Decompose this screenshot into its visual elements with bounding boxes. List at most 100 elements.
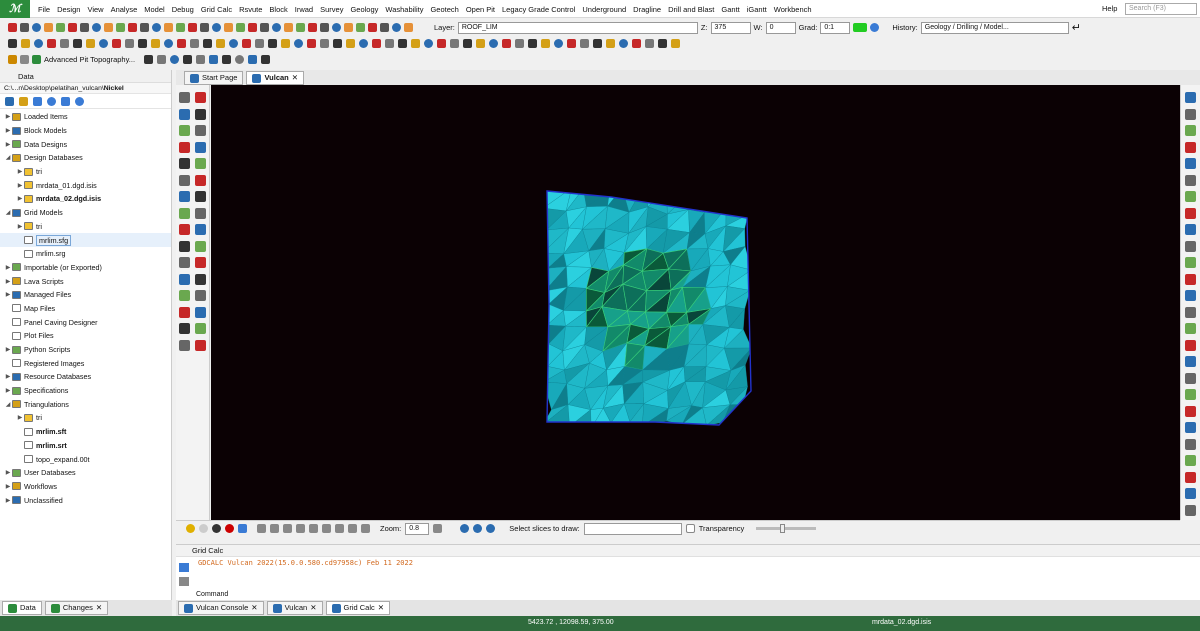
toolbar-tool-icon[interactable] [128,23,137,32]
expand-arrow-icon[interactable]: ▶ [4,483,12,490]
toolbar-tool-icon[interactable] [437,39,446,48]
menu-item[interactable]: Washability [385,5,423,14]
tree-item[interactable]: ▶ Resource Databases [0,370,171,384]
tab-vulcan[interactable]: Vulcan ✕ [246,71,305,85]
tool-icon[interactable] [1185,257,1196,268]
tool-icon[interactable] [178,125,190,136]
red-light-icon[interactable] [225,524,234,533]
tool-icon[interactable] [195,323,207,334]
menu-item[interactable]: Workbench [774,5,812,14]
expand-arrow-icon[interactable]: ◢ [4,154,12,161]
toolbar-tool-icon[interactable] [450,39,459,48]
expand-arrow-icon[interactable]: ▶ [16,223,24,230]
nav-back-icon[interactable] [460,524,470,533]
toolbar-tool-icon[interactable] [346,39,355,48]
expand-arrow-icon[interactable]: ▶ [4,387,12,394]
tool-icon[interactable] [178,273,190,285]
close-icon[interactable]: ✕ [292,72,298,84]
tool-icon[interactable] [178,240,190,252]
tree-item[interactable]: ▶ tri [0,411,171,425]
close-icon[interactable]: ✕ [96,602,102,614]
w-input[interactable]: 0 [765,21,796,34]
tool-icon[interactable] [195,141,207,153]
toolbar-tool-icon[interactable] [554,39,563,48]
toolbar-tool-icon[interactable] [272,23,281,32]
tool-icon[interactable] [1185,141,1196,153]
toolbar-tool-icon[interactable] [658,39,667,48]
tree-item[interactable]: ▶ Lava Scripts [0,274,171,288]
toolbar-tool-icon[interactable] [190,39,199,48]
tree-item[interactable]: Registered Images [0,356,171,370]
tool-icon[interactable] [1185,290,1196,301]
tool-icon[interactable] [1185,323,1196,334]
toolbar-tool-icon[interactable] [164,23,173,32]
toolbar-tool-icon[interactable] [248,55,258,64]
settings-icon[interactable] [75,96,84,106]
toolbar-tool-icon[interactable] [56,23,65,32]
menu-help[interactable]: Help [1102,4,1117,13]
tool-icon[interactable] [178,306,190,318]
tree-item[interactable]: Plot Files [0,329,171,343]
expand-arrow-icon[interactable]: ▶ [16,195,24,202]
toolbar-tool-icon[interactable] [332,23,341,32]
tree-item[interactable]: topo_expand.00t [0,452,171,466]
toolbar-tool-icon[interactable] [307,39,316,48]
expand-arrow-icon[interactable]: ◢ [4,401,12,408]
tool-icon[interactable] [1185,191,1196,202]
tool-icon[interactable] [1185,240,1196,252]
expand-arrow-icon[interactable]: ▶ [16,182,24,189]
tab-start-page[interactable]: Start Page [184,71,244,85]
tool-icon[interactable] [195,339,207,351]
expand-arrow-icon[interactable]: ▶ [4,373,12,380]
collapse-icon[interactable] [61,96,70,106]
tool-icon[interactable] [178,339,190,351]
tree-item[interactable]: ▶ User Databases [0,466,171,480]
toolbar-tool-icon[interactable] [268,39,277,48]
tool-icon[interactable] [1185,488,1196,499]
toolbar-tool-icon[interactable] [151,39,160,48]
toolbar-tool-icon[interactable] [344,23,353,32]
text-icon[interactable] [335,524,344,533]
toolbar-tool-icon[interactable] [222,55,232,64]
toolbar-tool-icon[interactable] [209,55,219,64]
menu-item[interactable]: Gantt [721,5,739,14]
z-input[interactable]: 375 [710,21,751,34]
tree-item[interactable]: ▶ Specifications [0,384,171,398]
toolbar-tool-icon[interactable] [284,23,293,32]
menu-item[interactable]: Grid Calc [201,5,232,14]
3d-viewport[interactable] [211,85,1180,520]
toolbar-tool-icon[interactable] [261,55,271,64]
tree-item[interactable]: mrlim.sft [0,425,171,439]
menu-item[interactable]: Analyse [111,5,138,14]
tool-icon[interactable] [1185,207,1196,219]
toolbar-tool-icon[interactable] [606,39,615,48]
toolbar-tool-icon[interactable] [248,23,257,32]
toolbar-tool-icon[interactable] [200,23,209,32]
scale-icon[interactable] [361,524,370,533]
slices-select[interactable] [583,522,682,535]
grid-icon[interactable] [33,96,42,106]
toolbar-tool-icon[interactable] [164,39,173,48]
tool-icon[interactable] [1185,438,1196,450]
tool-icon[interactable] [195,108,207,120]
tool-icon[interactable] [1185,389,1196,400]
menu-item[interactable]: View [87,5,103,14]
toolbar-tool-icon[interactable] [515,39,524,48]
close-icon[interactable]: ✕ [378,602,384,614]
nav-up-icon[interactable] [486,524,496,533]
toolbar-tool-icon[interactable] [183,55,193,64]
toolbar-tool-icon[interactable] [476,39,485,48]
tab-data[interactable]: Data [2,601,42,615]
toolbar-tool-icon[interactable] [359,39,368,48]
toolbar-tool-icon[interactable] [8,39,17,48]
expand-arrow-icon[interactable]: ▶ [16,168,24,175]
folder-icon[interactable] [19,96,28,106]
toolbar-tool-icon[interactable] [152,23,161,32]
expand-arrow-icon[interactable]: ▶ [4,127,12,134]
tool-icon[interactable] [195,191,207,202]
zoom-input[interactable]: 0.8 [405,522,430,535]
toolbar-tool-icon[interactable] [112,39,121,48]
toolbar-tool-icon[interactable] [372,39,381,48]
history-select[interactable]: Geology / Drilling / Model... [920,21,1069,34]
toolbar-tool-icon[interactable] [140,23,149,32]
